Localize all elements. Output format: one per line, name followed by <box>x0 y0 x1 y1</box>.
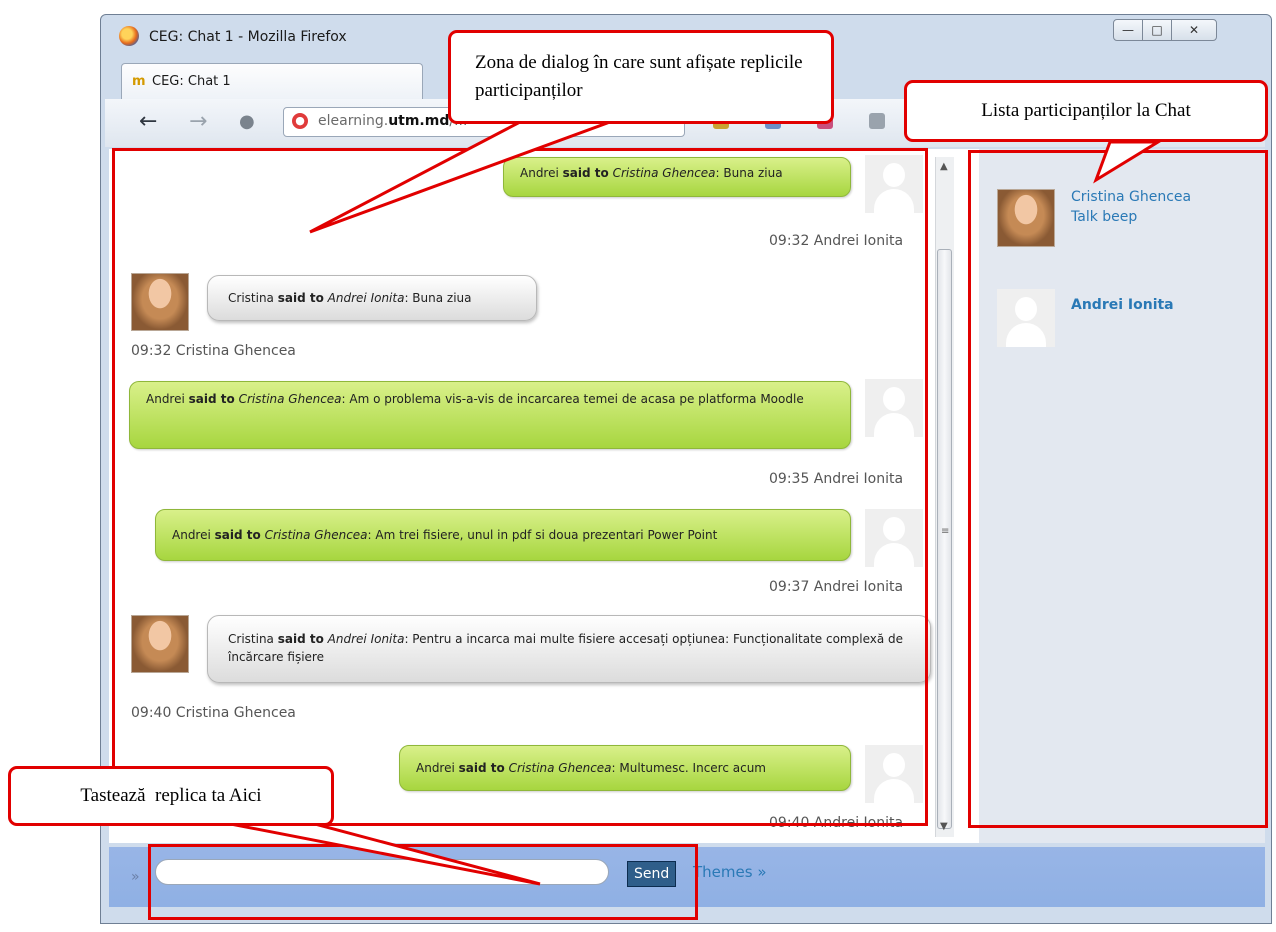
scroll-down-icon[interactable]: ▼ <box>940 821 948 832</box>
tab-chat-1[interactable]: m CEG: Chat 1 <box>121 63 423 100</box>
input-highlight <box>148 844 698 920</box>
window-title: CEG: Chat 1 - Mozilla Firefox <box>149 29 347 45</box>
dialog-zone-callout: Zona de dialog în care sunt afișate repl… <box>448 30 834 124</box>
url-text: elearning.utm.md/... <box>318 113 467 129</box>
firefox-logo-icon <box>119 26 139 46</box>
moodle-favicon-icon: m <box>132 74 146 89</box>
site-identity-icon[interactable]: ● <box>239 111 255 132</box>
scroll-up-icon[interactable]: ▲ <box>940 161 948 172</box>
dialog-zone-highlight <box>112 148 928 826</box>
close-button[interactable]: ✕ <box>1171 19 1217 41</box>
scroll-grip-icon: ≡ <box>941 526 950 537</box>
site-security-icon: ● <box>292 113 308 129</box>
toolbar-download-icon[interactable] <box>869 113 885 129</box>
tab-label: CEG: Chat 1 <box>152 74 231 89</box>
minimize-button[interactable]: — <box>1113 19 1143 41</box>
maximize-button[interactable]: □ <box>1142 19 1172 41</box>
scroll-thumb[interactable]: ≡ <box>937 249 952 829</box>
forward-arrow-icon[interactable]: → <box>189 109 207 134</box>
participants-highlight <box>968 150 1268 828</box>
input-chevron-icon: » <box>131 869 140 885</box>
participants-list-callout: Lista participanților la Chat <box>904 80 1268 142</box>
themes-link[interactable]: Themes » <box>693 863 767 881</box>
chat-scrollbar[interactable]: ▲ ≡ ▼ <box>935 157 954 837</box>
back-arrow-icon[interactable]: ← <box>139 109 157 134</box>
type-here-callout: Tastează replica ta Aici <box>8 766 334 826</box>
